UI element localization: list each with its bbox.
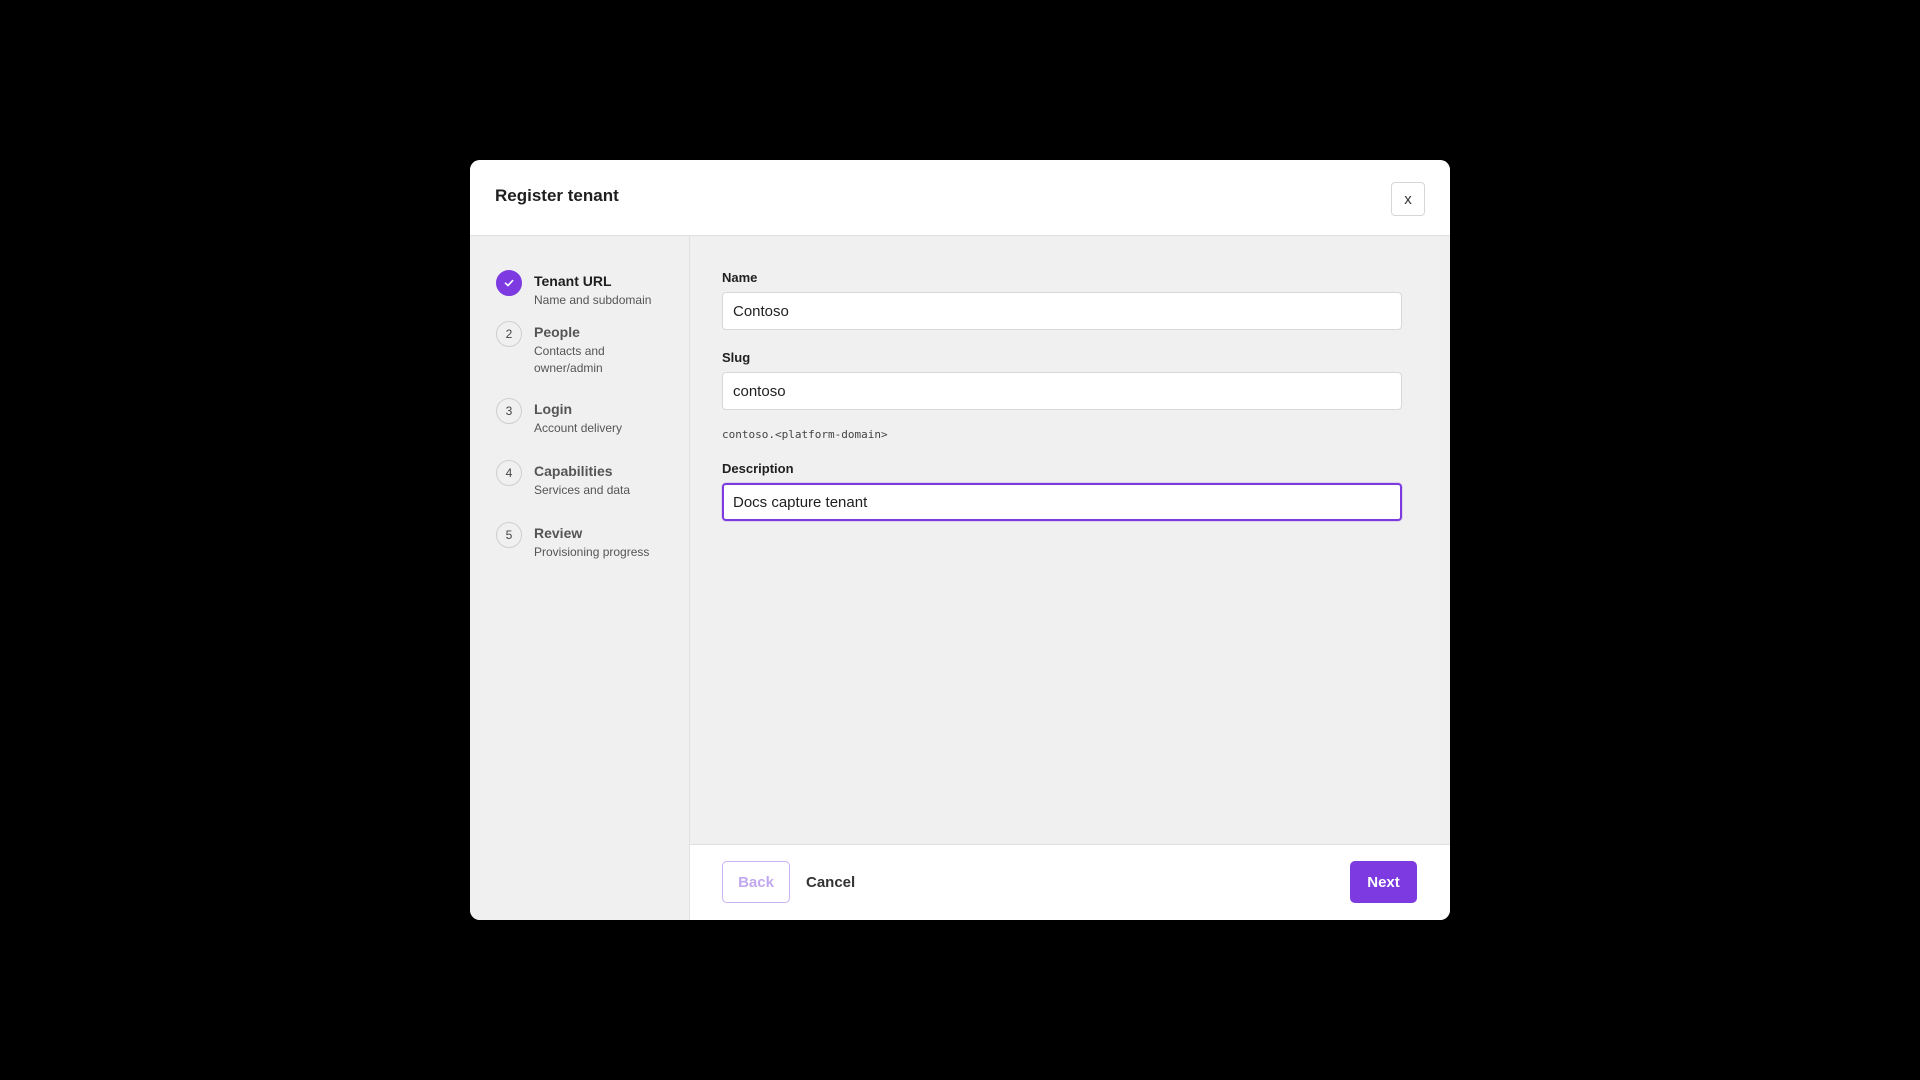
stepper-sidebar: Tenant URL Name and subdomain 2 People C… bbox=[470, 236, 690, 920]
tenant-url-form: Name Slug contoso.<platform-domain> Desc… bbox=[690, 236, 1450, 844]
step-login[interactable]: 3 Login Account delivery bbox=[470, 398, 689, 460]
check-icon bbox=[504, 279, 514, 287]
dialog-header: Register tenant x bbox=[470, 160, 1450, 236]
step-capabilities[interactable]: 4 Capabilities Services and data bbox=[470, 460, 689, 522]
step-number: 4 bbox=[496, 460, 522, 486]
name-label: Name bbox=[722, 270, 758, 285]
back-button[interactable]: Back bbox=[722, 861, 790, 903]
step-text: People Contacts and owner/admin bbox=[534, 323, 616, 377]
dialog-title: Register tenant bbox=[495, 186, 619, 205]
step-text: Review Provisioning progress bbox=[534, 524, 649, 561]
step-number: 3 bbox=[496, 398, 522, 424]
name-field-group: Name bbox=[722, 270, 1404, 330]
step-title: People bbox=[534, 324, 580, 340]
step-text: Capabilities Services and data bbox=[534, 462, 630, 499]
step-description: Contacts and owner/admin bbox=[534, 344, 605, 375]
step-title: Review bbox=[534, 525, 583, 541]
close-button[interactable]: x bbox=[1391, 182, 1425, 216]
step-review[interactable]: 5 Review Provisioning progress bbox=[470, 522, 689, 584]
step-text: Login Account delivery bbox=[534, 400, 622, 437]
step-description: Services and data bbox=[534, 483, 631, 497]
step-description: Provisioning progress bbox=[534, 545, 650, 559]
description-input[interactable] bbox=[722, 483, 1402, 521]
domain-preview: contoso.<platform-domain> bbox=[722, 428, 888, 441]
next-button[interactable]: Next bbox=[1350, 861, 1417, 903]
step-people[interactable]: 2 People Contacts and owner/admin bbox=[470, 321, 689, 398]
slug-label: Slug bbox=[722, 350, 751, 365]
slug-input[interactable] bbox=[722, 372, 1402, 410]
step-tenant-url[interactable]: Tenant URL Name and subdomain bbox=[470, 270, 689, 321]
slug-field-group: Slug bbox=[722, 350, 1404, 410]
step-description: Name and subdomain bbox=[534, 293, 652, 307]
cancel-button[interactable]: Cancel bbox=[800, 861, 861, 903]
step-description: Account delivery bbox=[534, 421, 623, 435]
description-field-group: Description bbox=[722, 461, 1404, 521]
step-title: Capabilities bbox=[534, 463, 613, 479]
dialog-footer: Back Cancel Next bbox=[690, 844, 1450, 920]
step-title: Tenant URL bbox=[534, 273, 612, 289]
step-number: 5 bbox=[496, 522, 522, 548]
step-number: 2 bbox=[496, 321, 522, 347]
step-complete-indicator bbox=[496, 270, 522, 296]
name-input[interactable] bbox=[722, 292, 1402, 330]
register-tenant-dialog: Register tenant x Tenant URL Name and su… bbox=[470, 160, 1450, 920]
step-title: Login bbox=[534, 401, 573, 417]
step-text: Tenant URL Name and subdomain bbox=[534, 272, 651, 309]
description-label: Description bbox=[722, 461, 794, 476]
